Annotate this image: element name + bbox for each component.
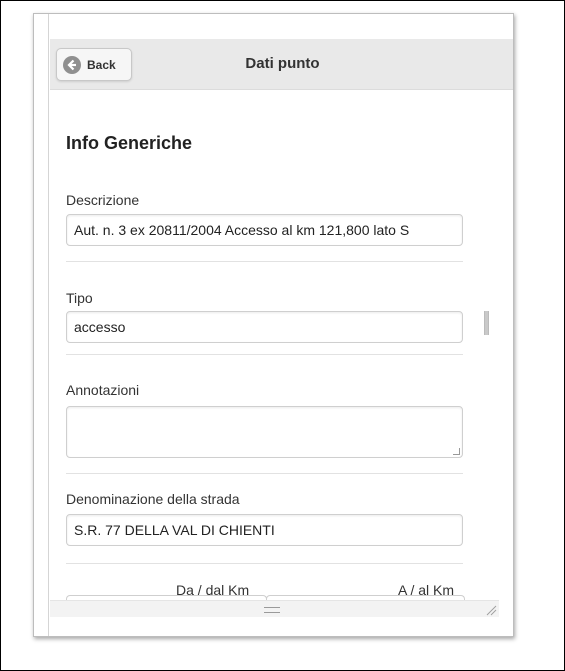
drag-handle-icon[interactable]: [264, 607, 280, 613]
annotazioni-textarea[interactable]: [66, 406, 463, 458]
tipo-field[interactable]: accesso: [66, 311, 463, 343]
mobile-window: Back Dati punto Info Generiche Descrizio…: [33, 13, 514, 637]
strada-label: Denominazione della strada: [66, 491, 240, 507]
section-title: Info Generiche: [66, 133, 193, 153]
divider: [66, 261, 463, 262]
textarea-resize-icon[interactable]: [453, 448, 460, 455]
divider: [66, 354, 463, 355]
form-content: Info Generiche Descrizione Aut. n. 3 ex …: [50, 90, 499, 600]
page-title: Dati punto: [245, 55, 320, 72]
divider: [66, 563, 463, 564]
window-inner-border: [48, 14, 49, 636]
tipo-label: Tipo: [66, 290, 93, 306]
descrizione-label: Descrizione: [66, 192, 140, 208]
strada-field[interactable]: S.R. 77 DELLA VAL DI CHIENTI: [66, 514, 463, 546]
bottom-bar: [50, 600, 499, 617]
app-header: Back Dati punto: [50, 39, 513, 90]
window-resize-icon[interactable]: [485, 604, 497, 616]
descrizione-field[interactable]: Aut. n. 3 ex 20811/2004 Accesso al km 12…: [66, 214, 463, 246]
scrollbar-thumb[interactable]: [484, 311, 489, 335]
divider: [66, 473, 463, 474]
annotazioni-label: Annotazioni: [66, 382, 140, 398]
